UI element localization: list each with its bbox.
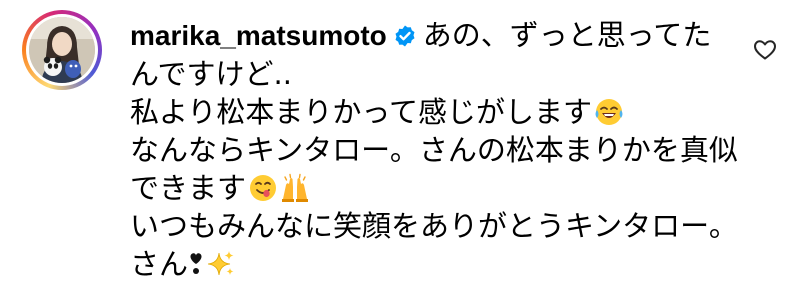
- avatar-ring-gap: [26, 14, 98, 86]
- face-with-tears-of-joy-icon: [594, 97, 624, 127]
- heart-exclamation-icon: [188, 249, 204, 279]
- comment-text-line-1: あの、ずっと思ってた: [422, 18, 712, 52]
- face-savoring-food-icon: [248, 173, 278, 203]
- raising-hands-icon: [280, 173, 310, 203]
- comment-text-line-6-row: いつもみんなに笑顔をありがとうキンタロー。: [130, 207, 738, 245]
- comment-text-line-2: んですけど..: [130, 57, 292, 91]
- comment-text-line-5: できます: [130, 171, 247, 205]
- comment-text-line-2-row: んですけど..: [130, 55, 730, 93]
- verified-badge-icon: [393, 19, 417, 47]
- comment-text-line-3: 私より松本まりかって感じがします: [130, 95, 592, 129]
- comment-body: marika_matsumoto あの、ずっと思ってた んですけど.. 私より松本…: [130, 16, 738, 283]
- comment-text-line-7: さん: [130, 247, 189, 281]
- comment-first-line: marika_matsumoto あの、ずっと思ってた: [130, 16, 730, 55]
- comment-text-line-6: いつもみんなに笑顔をありがとうキンタロー。: [130, 209, 738, 243]
- like-comment-button[interactable]: [753, 38, 777, 62]
- avatar[interactable]: [29, 17, 95, 83]
- username-link[interactable]: marika_matsumoto: [130, 20, 387, 51]
- avatar-photo: [29, 17, 95, 83]
- sparkles-icon: [206, 249, 236, 279]
- heart-outline-icon: [754, 40, 776, 60]
- comment-text-line-5-row: できます: [130, 169, 730, 207]
- comment-text-line-4: なんならキンタロー。さんの松本まりかを真似: [130, 133, 738, 167]
- comment-text-line-7-row: さん: [130, 245, 730, 283]
- comment-text-line-4-row: なんならキンタロー。さんの松本まりかを真似: [130, 131, 738, 169]
- comment-item: marika_matsumoto あの、ずっと思ってた んですけど.. 私より松本…: [0, 0, 786, 281]
- comment-text-line-3-row: 私より松本まりかって感じがします: [130, 93, 730, 131]
- avatar-story-ring[interactable]: [22, 10, 102, 90]
